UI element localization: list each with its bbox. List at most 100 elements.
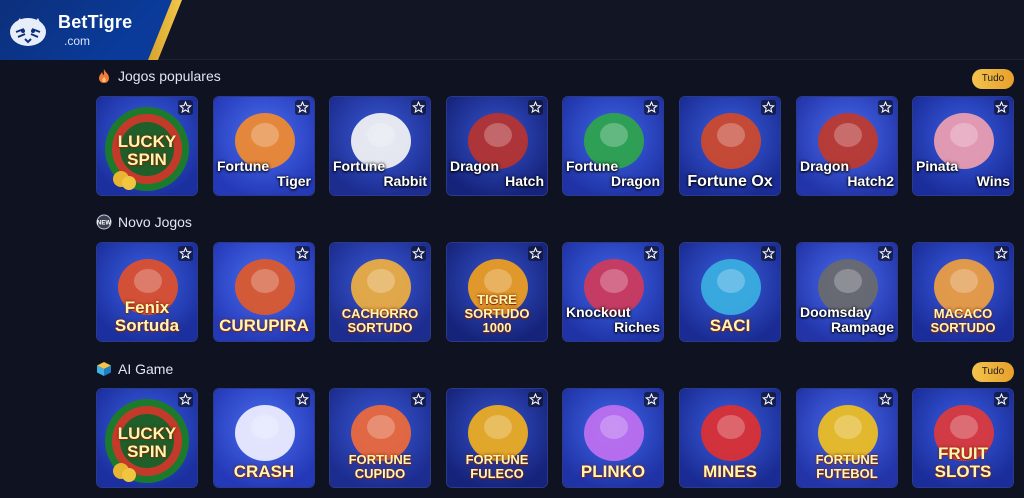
game-title-line2: SPIN <box>127 442 167 461</box>
favorite-star-icon[interactable] <box>411 392 426 407</box>
game-card[interactable]: FRUIT SLOTS <box>912 388 1014 488</box>
favorite-star-icon[interactable] <box>644 246 659 261</box>
section-title-new: NEW Novo Jogos <box>96 214 192 230</box>
game-card[interactable]: FORTUNE CUPIDO <box>329 388 431 488</box>
section-title-popular: Jogos populares <box>96 68 221 84</box>
favorite-star-icon[interactable] <box>761 392 776 407</box>
favorite-star-icon[interactable] <box>178 246 193 261</box>
cube-icon <box>97 362 111 376</box>
game-title-line2: Hatch <box>505 173 544 189</box>
favorite-star-icon[interactable] <box>761 100 776 115</box>
game-title-line2: Hatch2 <box>847 173 894 189</box>
section-title-label: Novo Jogos <box>118 214 192 230</box>
favorite-star-icon[interactable] <box>295 100 310 115</box>
game-card[interactable]: Doomsday Rampage <box>796 242 898 342</box>
favorite-star-icon[interactable] <box>528 246 543 261</box>
favorite-star-icon[interactable] <box>644 392 659 407</box>
game-title-line1: MACACO <box>933 306 993 321</box>
tiger-logo-icon <box>10 18 46 46</box>
game-title-line2: Dragon <box>611 173 660 189</box>
game-card[interactable]: Fortune Rabbit <box>329 96 431 196</box>
game-card[interactable]: Dragon Hatch <box>446 96 548 196</box>
game-card[interactable]: CURUPIRA <box>213 242 315 342</box>
game-title: PLINKO <box>566 463 660 481</box>
game-title-line1: Fortune Ox <box>687 173 773 190</box>
game-title: FORTUNE CUPIDO <box>333 453 427 481</box>
game-title: Pinata Wins <box>916 159 1010 189</box>
game-title-line1: FORTUNE <box>465 452 529 467</box>
favorite-star-icon[interactable] <box>878 100 893 115</box>
brand-domain: .com <box>64 34 91 48</box>
see-all-ai-button[interactable]: Tudo <box>972 362 1014 382</box>
favorite-star-icon[interactable] <box>295 392 310 407</box>
game-card[interactable]: MACACO SORTUDO <box>912 242 1014 342</box>
game-card[interactable]: FORTUNE FULECO <box>446 388 548 488</box>
game-title-line1: LUCKY <box>117 132 177 151</box>
game-card[interactable]: Pinata Wins <box>912 96 1014 196</box>
game-card[interactable]: TIGRE SORTUDO 1000 <box>446 242 548 342</box>
game-title-line2: Sortuda <box>114 316 180 335</box>
game-card[interactable]: SACI <box>679 242 781 342</box>
game-title-line1: Dragon <box>800 158 849 174</box>
section-title-label: AI Game <box>118 361 174 377</box>
game-title-line1: FORTUNE <box>348 452 412 467</box>
game-card[interactable]: LUCKY SPIN <box>96 388 198 488</box>
game-title-line1: Knockout <box>566 304 631 320</box>
game-title-line1: Fenix <box>124 298 170 317</box>
game-title: FORTUNE FUTEBOL <box>800 453 894 481</box>
game-title: SACI <box>683 317 777 335</box>
game-card[interactable]: Fenix Sortuda <box>96 242 198 342</box>
favorite-star-icon[interactable] <box>994 100 1009 115</box>
game-title-line2: CUPIDO <box>354 466 406 481</box>
game-title-line1: SACI <box>709 316 751 335</box>
game-title: Fortune Rabbit <box>333 159 427 189</box>
game-card[interactable]: CRASH <box>213 388 315 488</box>
see-all-popular-button[interactable]: Tudo <box>972 69 1014 89</box>
favorite-star-icon[interactable] <box>295 246 310 261</box>
game-card[interactable]: Knockout Riches <box>562 242 664 342</box>
favorite-star-icon[interactable] <box>878 392 893 407</box>
game-title-line1: Doomsday <box>800 304 872 320</box>
section-title-ai: AI Game <box>96 361 173 377</box>
favorite-star-icon[interactable] <box>411 100 426 115</box>
game-card[interactable]: PLINKO <box>562 388 664 488</box>
game-title-line2: SPIN <box>127 150 167 169</box>
game-title: FORTUNE FULECO <box>450 453 544 481</box>
game-title-line1: CURUPIRA <box>219 316 309 335</box>
game-title-line1: PLINKO <box>580 462 646 481</box>
favorite-star-icon[interactable] <box>878 246 893 261</box>
game-title-line2: FULECO <box>470 466 524 481</box>
favorite-star-icon[interactable] <box>994 246 1009 261</box>
game-card[interactable]: Dragon Hatch2 <box>796 96 898 196</box>
favorite-star-icon[interactable] <box>761 246 776 261</box>
game-card[interactable]: Fortune Dragon <box>562 96 664 196</box>
favorite-star-icon[interactable] <box>411 246 426 261</box>
favorite-star-icon[interactable] <box>644 100 659 115</box>
favorite-star-icon[interactable] <box>178 392 193 407</box>
game-card[interactable]: MINES <box>679 388 781 488</box>
game-card[interactable]: CACHORRO SORTUDO <box>329 242 431 342</box>
logo[interactable]: BetTigre .com <box>0 0 178 60</box>
game-title: Fenix Sortuda <box>100 299 194 335</box>
game-title: MINES <box>683 463 777 481</box>
favorite-star-icon[interactable] <box>994 392 1009 407</box>
game-title: Fortune Tiger <box>217 159 311 189</box>
game-card[interactable]: FORTUNE FUTEBOL <box>796 388 898 488</box>
game-card[interactable]: Fortune Ox <box>679 96 781 196</box>
game-title-line2: Rampage <box>830 319 894 335</box>
game-title-line1: CRASH <box>233 462 295 481</box>
game-title: Dragon Hatch2 <box>800 159 894 189</box>
game-title: LUCKY SPIN <box>100 425 194 461</box>
new-icon: NEW <box>96 214 112 230</box>
favorite-star-icon[interactable] <box>178 100 193 115</box>
game-card[interactable]: LUCKY SPIN <box>96 96 198 196</box>
brand-name: BetTigre <box>58 12 133 32</box>
game-card[interactable]: Fortune Tiger <box>213 96 315 196</box>
favorite-star-icon[interactable] <box>528 100 543 115</box>
svg-text:NEW: NEW <box>97 221 111 227</box>
game-title-line1: FRUIT <box>937 444 989 463</box>
favorite-star-icon[interactable] <box>528 392 543 407</box>
game-title: Fortune Ox <box>683 173 777 190</box>
game-title-line1: MINES <box>703 462 757 481</box>
game-title: TIGRE SORTUDO 1000 <box>450 293 544 335</box>
